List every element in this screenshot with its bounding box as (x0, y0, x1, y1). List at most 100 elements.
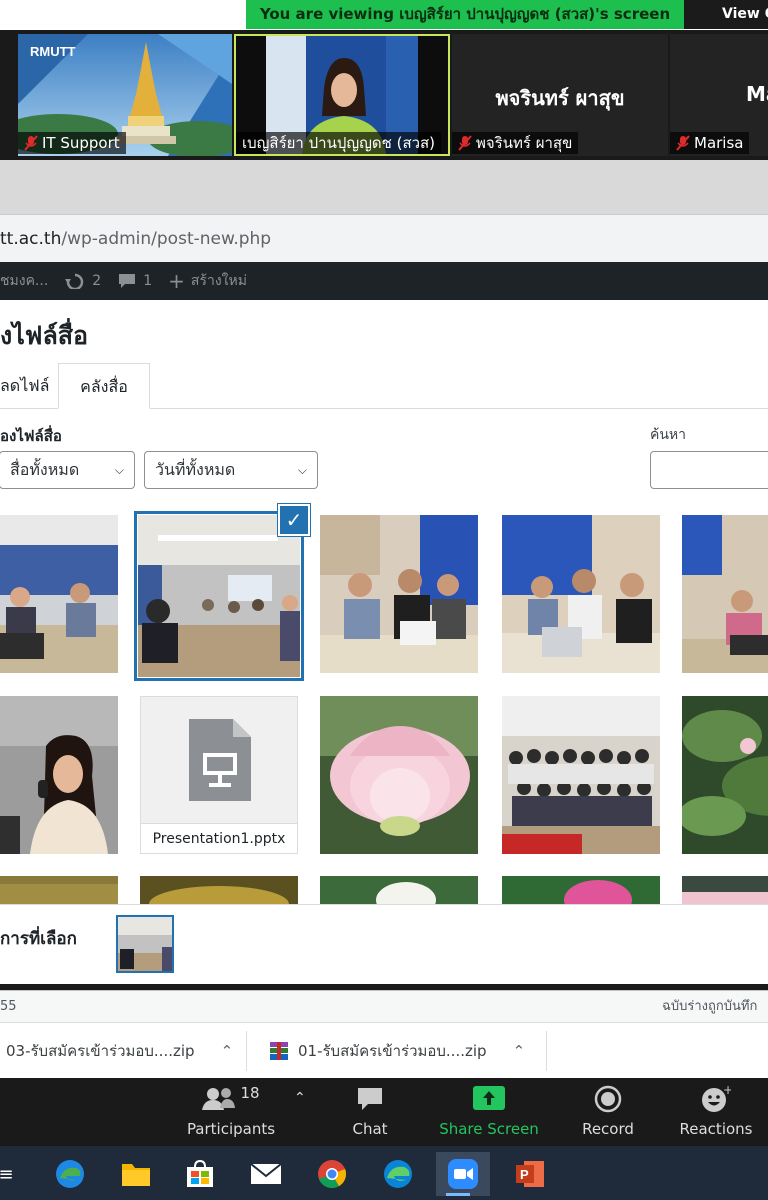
file-explorer-icon[interactable] (114, 1152, 158, 1196)
chevron-down-icon: ⌵ (297, 463, 307, 477)
attachment-thumbnail[interactable] (320, 515, 478, 673)
filter-label: องไฟล์สื่อ (0, 427, 62, 445)
view-options-button[interactable]: View O (684, 0, 768, 29)
viewing-banner: You are viewing เบญสิร์ยา ปานปุญญดช (สวส… (246, 0, 684, 29)
record-icon (594, 1085, 622, 1113)
attachment-photo (320, 696, 478, 854)
svg-text:P: P (520, 1167, 529, 1182)
tab-upload-files[interactable]: ลดไฟล์ (0, 363, 49, 409)
attachment-thumbnail[interactable] (0, 876, 118, 904)
divider (546, 1031, 547, 1071)
attachment-thumbnail[interactable] (320, 876, 478, 904)
media-type-select[interactable]: สื่อทั้งหมด ⌵ (0, 451, 135, 489)
media-tabs: ลดไฟล์ คลังสื่อ (0, 363, 768, 409)
tab-media-library[interactable]: คลังสื่อ (58, 363, 150, 409)
admin-bar-site-name[interactable]: ชมงค... (0, 270, 48, 292)
participant-big-name: Ma (746, 82, 768, 106)
media-library-modal: งไฟล์สื่อ ลดไฟล์ คลังสื่อ องไฟล์สื่อ ค้น… (0, 300, 768, 984)
reactions-icon: + (702, 1085, 731, 1112)
chevron-up-icon[interactable]: ⌃ (294, 1090, 306, 1106)
record-button[interactable]: Record (578, 1084, 638, 1142)
attachment-photo (682, 876, 768, 904)
participant-thumbnail-strip: RMUTT IT Support เบญสิร์ยา ปานปุญญดช (สว… (0, 30, 768, 160)
word-count: 55 (0, 999, 17, 1014)
mail-icon[interactable] (244, 1152, 288, 1196)
url-host: tt.ac.th (0, 229, 62, 249)
attachment-thumbnail[interactable] (0, 515, 118, 673)
plus-icon: + (168, 269, 185, 293)
search-label: ค้นหา (650, 427, 687, 443)
attachment-photo (320, 876, 478, 904)
attachment-thumbnail[interactable] (502, 515, 660, 673)
participants-count: 18 (240, 1084, 260, 1102)
attachment-thumbnail[interactable] (320, 696, 478, 854)
participant-name-label: เบญสิร์ยา ปานปุญญดช (สวส) (236, 132, 442, 154)
attachment-filename: Presentation1.pptx (141, 823, 297, 853)
participant-tile-marisa[interactable]: Ma Marisa (670, 34, 768, 156)
participant-tile-it-support[interactable]: RMUTT IT Support (18, 34, 232, 156)
search-icon[interactable]: ≡ (0, 1152, 28, 1196)
mic-muted-icon (24, 135, 38, 151)
attachment-thumbnail[interactable] (502, 696, 660, 854)
chevron-up-icon[interactable]: ⌃ (221, 1042, 234, 1060)
downloads-bar: 03-รับสมัครเข้าร่วมอบ....zip ⌃ 01-รับสมั… (0, 1022, 768, 1078)
attachment-thumbnail[interactable] (502, 876, 660, 904)
updates-icon (65, 273, 84, 289)
modal-title: งไฟล์สื่อ (0, 321, 89, 350)
archive-file-icon (270, 1042, 288, 1060)
browser-tabstrip-area (0, 160, 768, 214)
chevron-up-icon[interactable]: ⌃ (513, 1042, 526, 1060)
download-item[interactable]: 03-รับสมัครเข้าร่วมอบ....zip ⌃ (6, 1031, 233, 1071)
editor-status-bar: 55 ฉบับร่างถูกบันทึก (0, 990, 768, 1022)
attachment-thumbnail[interactable] (682, 696, 768, 854)
edge-icon[interactable] (376, 1152, 420, 1196)
download-item[interactable]: 01-รับสมัครเข้าร่วมอบ....zip ⌃ (268, 1031, 525, 1071)
edge-icon[interactable] (48, 1152, 92, 1196)
participant-big-name: พจรินทร์ ผาสุข (495, 86, 625, 110)
admin-bar-updates[interactable]: 2 (64, 273, 101, 289)
reactions-button[interactable]: + Reactions (676, 1084, 756, 1142)
selected-item-thumbnail[interactable] (116, 915, 174, 973)
svg-text:+: + (723, 1085, 731, 1097)
participant-name-label: IT Support (18, 132, 126, 154)
attachment-thumbnail-selected[interactable] (134, 511, 304, 681)
attachment-photo (682, 515, 768, 673)
date-filter-select[interactable]: วันที่ทั้งหมด ⌵ (144, 451, 318, 489)
participant-tile-patcharin[interactable]: พจรินทร์ ผาสุข พจรินทร์ ผาสุข (452, 34, 668, 156)
attachment-photo (0, 696, 118, 854)
svg-text:RMUTT: RMUTT (30, 44, 76, 59)
draft-saved-status: ฉบับร่างถูกบันทึก (662, 999, 758, 1014)
media-selection-bar: การที่เลือก (0, 904, 768, 984)
powerpoint-icon[interactable]: P (508, 1152, 552, 1196)
chrome-icon[interactable] (310, 1152, 354, 1196)
address-bar[interactable]: tt.ac.th/wp-admin/post-new.php (0, 214, 768, 262)
admin-bar-comments[interactable]: 1 (117, 272, 152, 290)
participants-icon (202, 1088, 236, 1110)
participant-name-label: พจรินทร์ ผาสุข (452, 132, 579, 154)
microsoft-store-icon[interactable] (178, 1152, 222, 1196)
attachment-file-card[interactable]: Presentation1.pptx (140, 696, 298, 854)
participant-tile-active-speaker[interactable]: เบญสิร์ยา ปานปุญญดช (สวส) (234, 34, 450, 156)
attachment-photo (0, 876, 118, 904)
mic-muted-icon (458, 135, 472, 151)
attachment-photo (0, 515, 118, 673)
selected-checkmark-icon[interactable]: ✓ (278, 504, 310, 536)
share-screen-button[interactable]: Share Screen (438, 1084, 540, 1142)
attachment-thumbnail[interactable] (682, 515, 768, 673)
attachment-thumbnail[interactable] (140, 876, 298, 904)
chat-button[interactable]: Chat (340, 1084, 400, 1142)
zoom-icon[interactable] (436, 1152, 490, 1196)
chat-icon (358, 1088, 382, 1110)
attachment-thumbnail[interactable] (682, 876, 768, 904)
attachment-photo (682, 696, 768, 854)
attachment-photo (320, 515, 478, 673)
zoom-top-strip: You are viewing เบญสิร์ยา ปานปุญญดช (สวส… (0, 0, 768, 32)
comment-icon (119, 274, 136, 288)
admin-bar-new[interactable]: + สร้างใหม่ (168, 269, 247, 293)
media-search-input[interactable] (650, 451, 768, 489)
zoom-meeting-toolbar: 18 Participants ⌃ Chat Share Screen Reco… (0, 1078, 768, 1146)
chevron-down-icon: ⌵ (114, 463, 124, 477)
attachment-photo (502, 876, 660, 904)
attachment-thumbnail[interactable] (0, 696, 118, 854)
participants-button[interactable]: 18 Participants (186, 1084, 276, 1142)
